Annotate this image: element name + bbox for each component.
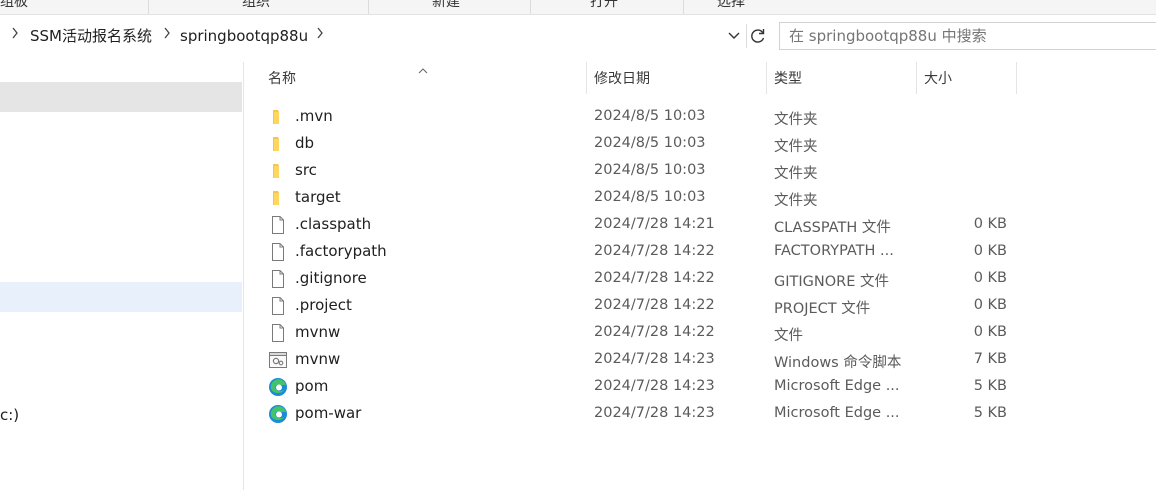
file-row[interactable]: .factorypath 2024/7/28 14:22 FACTORYPATH .…: [268, 238, 1018, 265]
file-icon: [268, 269, 288, 289]
breadcrumb-ssm[interactable]: SSM活动报名系统: [30, 26, 152, 46]
ribbon-group-new[interactable]: 新建: [432, 0, 460, 11]
file-name[interactable]: src: [295, 161, 317, 179]
file-size: 0 KB: [973, 324, 1007, 340]
ribbon: 组板 组织 新建 打开 选择: [0, 0, 1156, 15]
file-icon: [268, 323, 288, 343]
file-date-modified: 2024/7/28 14:22: [594, 297, 715, 313]
file-date-modified: 2024/7/28 14:21: [594, 216, 715, 232]
column-size[interactable]: 大小: [924, 68, 952, 88]
column-type[interactable]: 类型: [774, 68, 802, 88]
sort-ascending-icon: [418, 60, 428, 79]
file-icon: [268, 242, 288, 262]
ribbon-group-select[interactable]: 选择: [717, 0, 745, 11]
file-type: Microsoft Edge ...: [774, 378, 900, 394]
file-size: 5 KB: [973, 405, 1007, 421]
file-row[interactable]: .project 2024/7/28 14:22 PROJECT 文件 0 KB: [268, 292, 1018, 319]
file-date-modified: 2024/8/5 10:03: [594, 189, 706, 205]
folder-icon: [268, 188, 288, 208]
chevron-down-icon: [728, 32, 740, 39]
file-date-modified: 2024/7/28 14:23: [594, 405, 715, 421]
file-type: Windows 命令脚本: [774, 355, 902, 371]
ribbon-group-organize[interactable]: 组织: [242, 0, 270, 11]
file-size: 0 KB: [973, 216, 1007, 232]
file-name[interactable]: db: [295, 134, 314, 152]
search-input[interactable]: [779, 22, 1156, 50]
file-name[interactable]: .gitignore: [295, 269, 367, 287]
file-name[interactable]: pom: [295, 377, 328, 395]
file-name[interactable]: mvnw: [295, 350, 340, 368]
refresh-button[interactable]: [746, 24, 769, 48]
file-row[interactable]: .classpath 2024/7/28 14:21 CLASSPATH 文件 0 K…: [268, 211, 1018, 238]
file-icon: [268, 215, 288, 235]
edge-icon: [268, 404, 288, 424]
file-type: 文件夹: [774, 112, 818, 128]
file-size: 0 KB: [973, 297, 1007, 313]
file-row[interactable]: db 2024/8/5 10:03 文件夹: [268, 130, 1018, 157]
file-row[interactable]: .mvn 2024/8/5 10:03 文件夹: [268, 103, 1018, 130]
script-icon: [268, 350, 288, 370]
file-name[interactable]: .factorypath: [295, 242, 387, 260]
file-name[interactable]: pom-war: [295, 404, 361, 422]
file-date-modified: 2024/7/28 14:22: [594, 243, 715, 259]
file-type: Microsoft Edge ...: [774, 405, 900, 421]
file-row[interactable]: pom 2024/7/28 14:23 Microsoft Edge ... 5 KB: [268, 373, 1018, 400]
nav-drive-label[interactable]: c:): [0, 406, 19, 424]
address-history-dropdown[interactable]: [726, 26, 742, 46]
file-size: 7 KB: [973, 351, 1007, 367]
file-icon: [268, 296, 288, 316]
file-type: GITIGNORE 文件: [774, 274, 889, 290]
address-bar[interactable]: SSM活动报名系统 springbootqp88u: [0, 22, 768, 50]
nav-item-hover[interactable]: [0, 282, 242, 312]
breadcrumb-springbootqp88u[interactable]: springbootqp88u: [180, 26, 308, 46]
file-type: 文件夹: [774, 166, 818, 182]
file-name[interactable]: .project: [295, 296, 352, 314]
file-type: PROJECT 文件: [774, 301, 871, 317]
file-size: 5 KB: [973, 378, 1007, 394]
file-type: FACTORYPATH ...: [774, 243, 894, 259]
file-name[interactable]: mvnw: [295, 323, 340, 341]
file-row[interactable]: pom-war 2024/7/28 14:23 Microsoft Edge ...…: [268, 400, 1018, 427]
file-date-modified: 2024/7/28 14:23: [594, 351, 715, 367]
folder-icon: [268, 134, 288, 154]
file-row[interactable]: target 2024/8/5 10:03 文件夹: [268, 184, 1018, 211]
refresh-icon: [751, 29, 765, 43]
folder-icon: [268, 161, 288, 181]
file-size: 0 KB: [973, 243, 1007, 259]
folder-icon: [268, 107, 288, 127]
file-name[interactable]: target: [295, 188, 341, 206]
file-date-modified: 2024/7/28 14:23: [594, 378, 715, 394]
chevron-right-icon[interactable]: [163, 26, 171, 46]
file-name[interactable]: .mvn: [295, 107, 333, 125]
nav-item-selected[interactable]: [0, 82, 242, 112]
file-size: 0 KB: [973, 270, 1007, 286]
navigation-pane: c:): [0, 62, 244, 490]
file-row[interactable]: mvnw 2024/7/28 14:22 文件 0 KB: [268, 319, 1018, 346]
file-row[interactable]: mvnw 2024/7/28 14:23 Windows 命令脚本 7 KB: [268, 346, 1018, 373]
edge-icon: [268, 377, 288, 397]
file-type: 文件夹: [774, 193, 818, 209]
file-date-modified: 2024/7/28 14:22: [594, 270, 715, 286]
file-date-modified: 2024/8/5 10:03: [594, 135, 706, 151]
file-row[interactable]: src 2024/8/5 10:03 文件夹: [268, 157, 1018, 184]
column-header-row: 名称 修改日期 类型 大小: [244, 62, 1044, 94]
chevron-right-icon: [11, 26, 19, 46]
file-date-modified: 2024/8/5 10:03: [594, 162, 706, 178]
file-type: 文件: [774, 328, 803, 344]
file-date-modified: 2024/8/5 10:03: [594, 108, 706, 124]
column-name[interactable]: 名称: [268, 68, 296, 88]
file-type: 文件夹: [774, 139, 818, 155]
file-row[interactable]: .gitignore 2024/7/28 14:22 GITIGNORE 文件 0 K…: [268, 265, 1018, 292]
column-date-modified[interactable]: 修改日期: [594, 68, 650, 88]
file-name[interactable]: .classpath: [295, 215, 371, 233]
chevron-right-icon[interactable]: [316, 26, 324, 46]
ribbon-group-clipboard[interactable]: 组板: [0, 0, 28, 11]
file-date-modified: 2024/7/28 14:22: [594, 324, 715, 340]
file-type: CLASSPATH 文件: [774, 220, 891, 236]
ribbon-group-open[interactable]: 打开: [590, 0, 618, 11]
